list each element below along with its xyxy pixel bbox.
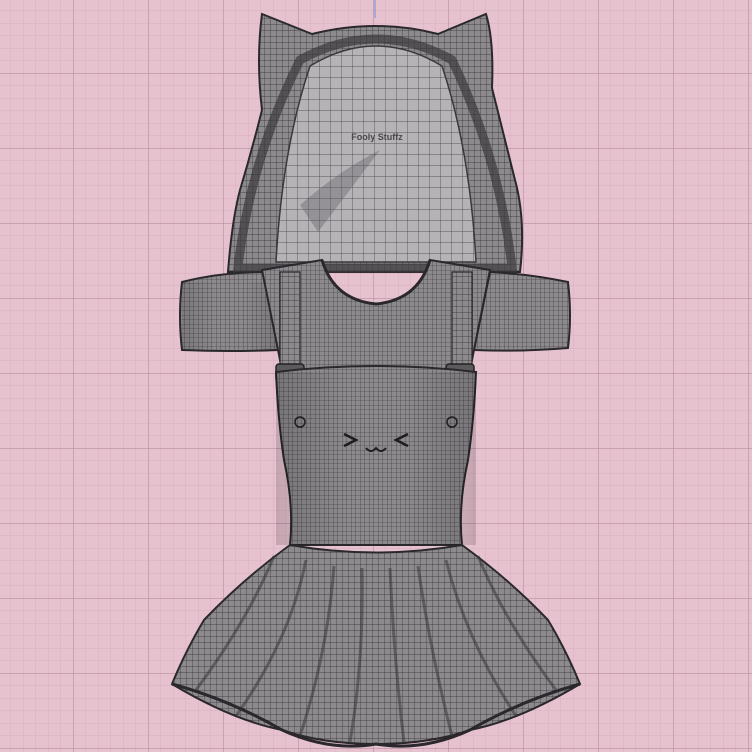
viewport-canvas[interactable]: Fooly Stuffz <box>0 0 752 752</box>
hood-logo-text: Fooly Stuffz <box>351 132 403 142</box>
sleeve-right[interactable] <box>472 270 571 352</box>
strap-right <box>451 271 473 373</box>
bodice-shade <box>276 372 476 545</box>
3d-viewport[interactable]: Fooly Stuffz <box>0 0 752 752</box>
sleeve-left-shade <box>182 282 278 350</box>
strap-left <box>279 271 301 373</box>
